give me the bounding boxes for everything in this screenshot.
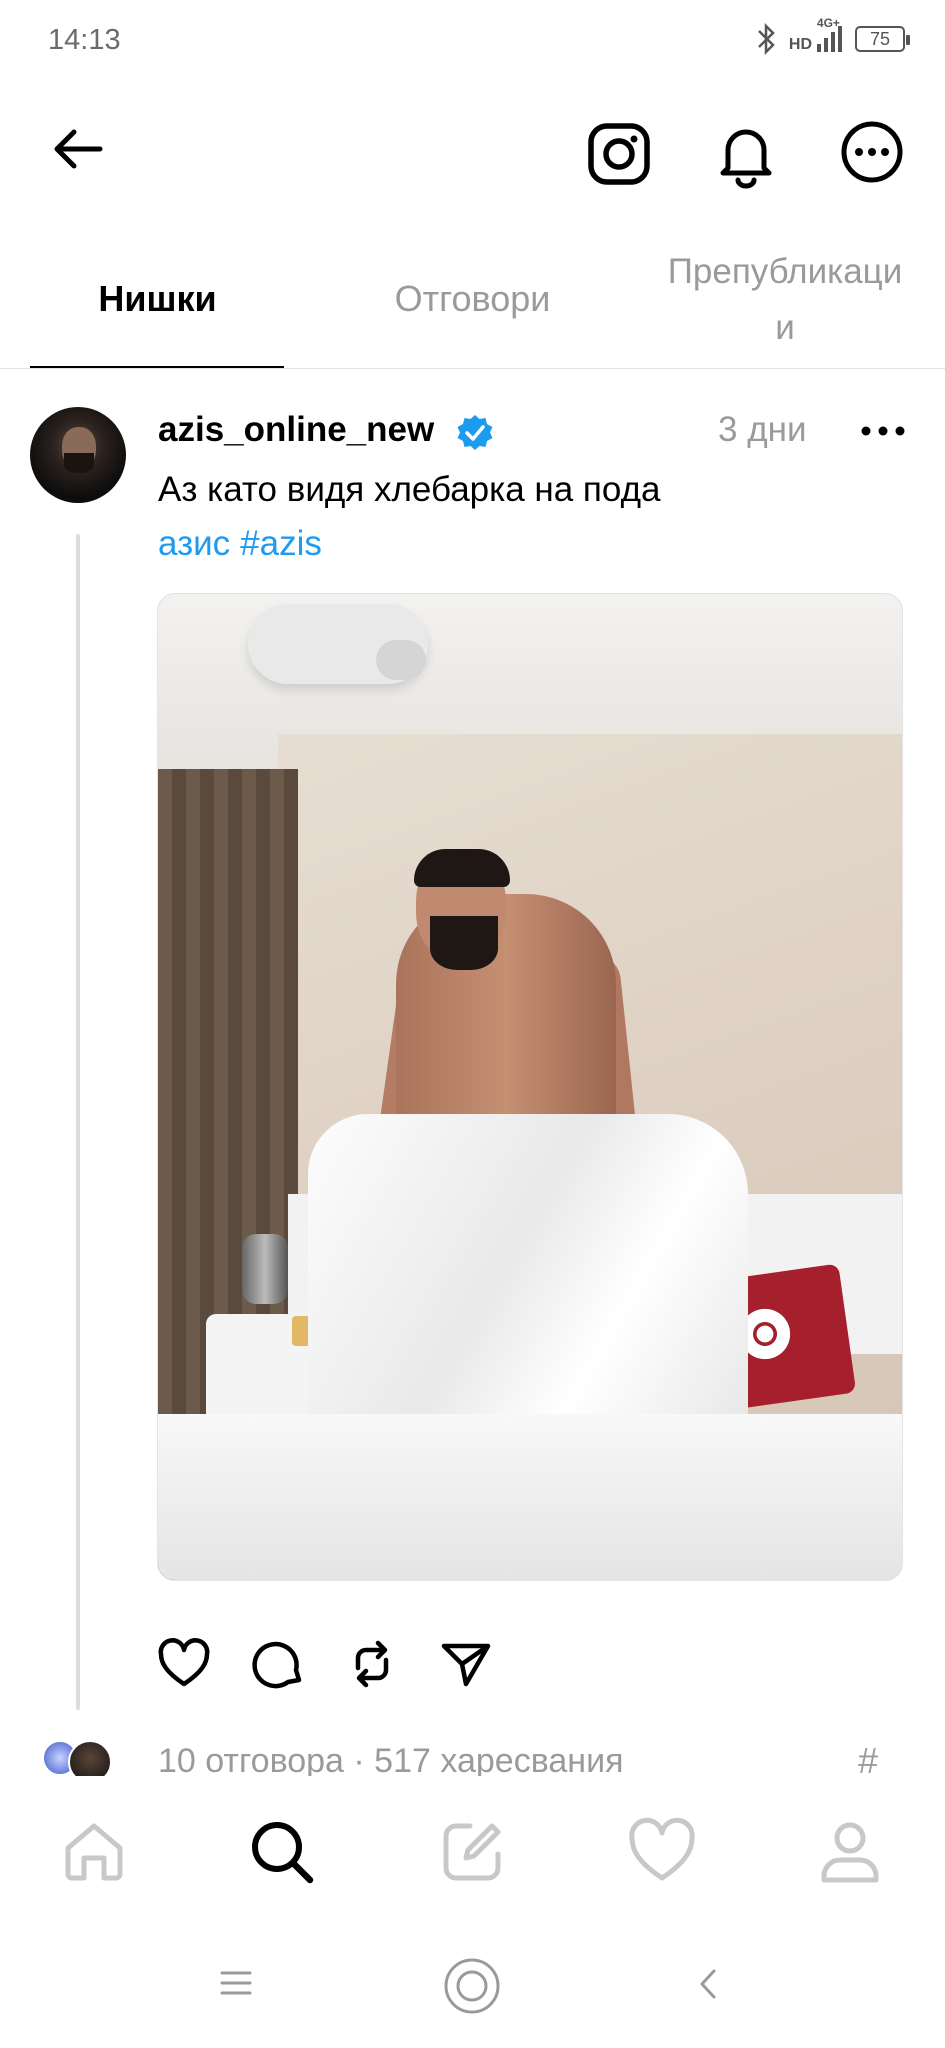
post-more-button[interactable] — [858, 418, 908, 444]
heart-icon — [158, 1638, 210, 1687]
menu-icon — [220, 1971, 252, 1995]
battery-icon: 75 — [855, 26, 910, 52]
home-circle-icon — [444, 1958, 500, 2014]
tab-reposts[interactable]: Препубликаци и — [640, 244, 930, 356]
home-icon — [65, 1823, 123, 1881]
nav-profile[interactable] — [814, 1816, 886, 1888]
scroll-clip — [0, 1776, 945, 1796]
instagram-icon — [588, 123, 650, 185]
post-text: Аз като видя хлебарка на пода — [158, 470, 661, 509]
repost-icon — [355, 1640, 389, 1688]
system-recents-button[interactable] — [218, 1968, 254, 1998]
verified-badge-icon — [455, 413, 495, 453]
heart-icon — [629, 1817, 695, 1881]
post-time: 3 дни — [718, 410, 807, 449]
post-image[interactable] — [157, 593, 903, 1581]
status-time: 14:13 — [48, 24, 121, 56]
compose-icon — [443, 1823, 501, 1881]
back-button[interactable] — [48, 118, 110, 180]
battery-level: 75 — [869, 28, 891, 49]
tab-threads[interactable]: Нишки — [30, 272, 285, 326]
like-button[interactable] — [156, 1636, 212, 1692]
more-options-button[interactable] — [838, 118, 906, 186]
comment-icon — [252, 1641, 302, 1689]
hd-label: HD — [788, 36, 812, 53]
arrow-left-icon — [54, 129, 103, 169]
tag-link[interactable]: азис — [158, 524, 230, 563]
send-icon — [441, 1643, 491, 1687]
system-home-button[interactable] — [442, 1956, 502, 2016]
share-button[interactable] — [438, 1636, 494, 1692]
avatar[interactable] — [30, 407, 126, 503]
network-label: 4G+ — [816, 16, 840, 30]
repost-button[interactable] — [344, 1636, 400, 1692]
more-circle-icon — [841, 121, 903, 183]
thread-line — [76, 534, 80, 1710]
tabs-divider — [0, 368, 945, 369]
system-back-button[interactable] — [694, 1966, 724, 2002]
notifications-button[interactable] — [710, 118, 782, 190]
nav-compose[interactable] — [436, 1816, 508, 1888]
chevron-left-icon — [700, 1969, 716, 1999]
person-icon — [821, 1822, 879, 1883]
ellipsis-icon — [861, 426, 905, 436]
status-icons: HD 4G+ 75 — [755, 16, 910, 56]
tab-replies[interactable]: Отговори — [345, 272, 600, 326]
search-icon — [252, 1822, 314, 1884]
comment-button[interactable] — [250, 1636, 306, 1692]
bluetooth-icon — [758, 22, 775, 56]
signal-icon: HD 4G+ — [788, 16, 845, 54]
hashtag-link[interactable]: #azis — [240, 524, 322, 563]
instagram-button[interactable] — [585, 120, 653, 188]
nav-search[interactable] — [246, 1816, 318, 1888]
bell-icon — [720, 129, 772, 189]
nav-activity[interactable] — [626, 1816, 698, 1888]
nav-home[interactable] — [58, 1816, 130, 1888]
post-tags: азис #azis — [158, 524, 332, 564]
post-username[interactable]: azis_online_new — [158, 410, 434, 450]
